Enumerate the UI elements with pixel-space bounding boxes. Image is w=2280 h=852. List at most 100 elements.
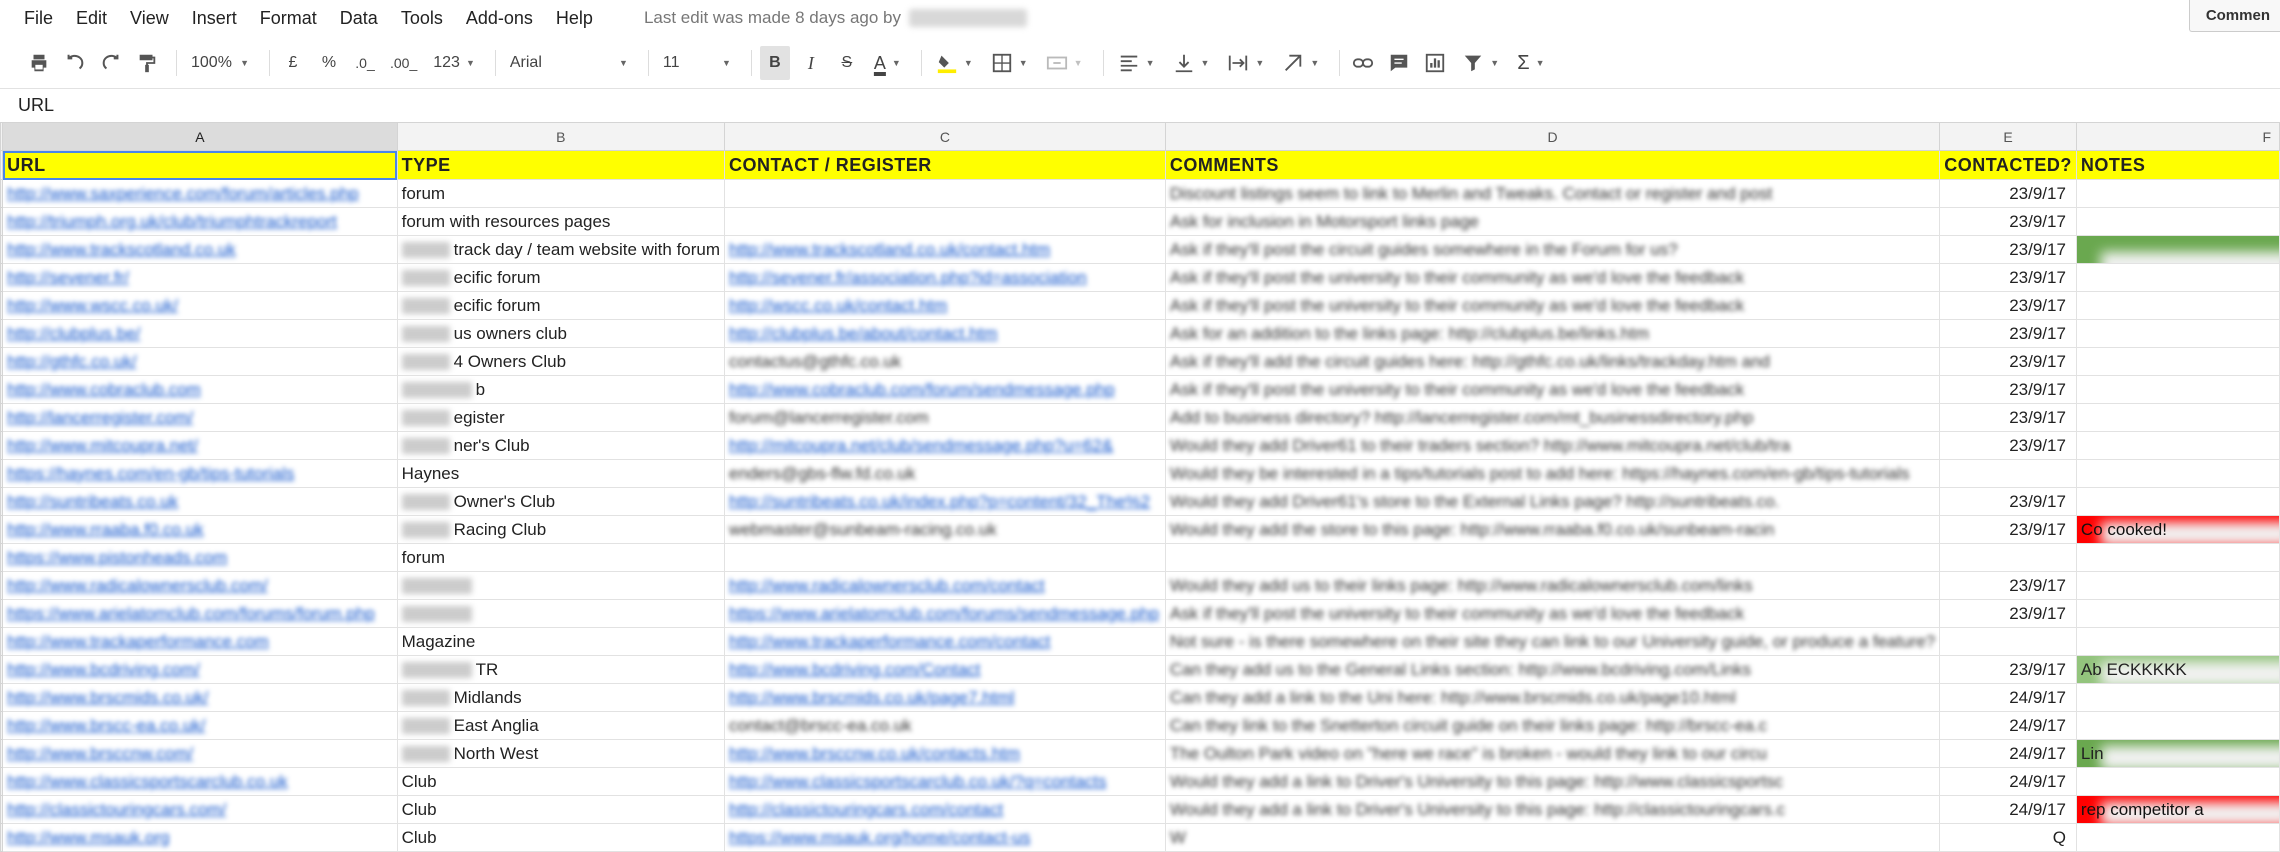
contacted-date-cell[interactable]: 24/9/17 <box>1939 683 2077 712</box>
contact-link[interactable]: http://www.cobraclub.com/forum/sendmessa… <box>729 380 1115 399</box>
notes-cell[interactable] <box>2075 263 2280 292</box>
comments-cell[interactable]: Would they add a link to Driver's Univer… <box>1164 767 1941 796</box>
url-link[interactable]: http://www.msauk.org <box>7 828 170 847</box>
text-wrapping-button[interactable]: ▼ <box>1221 46 1270 80</box>
type-cell[interactable]: Midlands <box>396 683 726 712</box>
paint-format-icon[interactable] <box>132 46 162 80</box>
contacted-date-cell[interactable]: 23/9/17 <box>1939 431 2077 460</box>
comments-cell[interactable]: Can they link to the Snetterton circuit … <box>1164 711 1941 740</box>
horizontal-align-button[interactable]: ▼ <box>1112 46 1161 80</box>
contact-cell[interactable]: http://www.radicalownersclub.com/contact <box>724 571 1166 600</box>
url-cell[interactable]: http://gthfc.co.uk/ <box>2 347 398 376</box>
contact-cell[interactable]: http://www.bcdriving.com/Contact <box>724 655 1166 684</box>
comments-button[interactable]: Commen <box>2188 0 2280 32</box>
type-cell[interactable]: forum <box>396 543 726 572</box>
italic-button[interactable]: I <box>796 46 826 80</box>
comments-cell[interactable] <box>1164 543 1941 572</box>
filter-button[interactable]: ▼ <box>1456 46 1505 80</box>
contact-link[interactable]: http://wscc.co.uk/contact.htm <box>729 296 947 315</box>
url-link[interactable]: http://www.wscc.co.uk/ <box>7 296 178 315</box>
contacted-date-cell[interactable]: Q <box>1939 823 2077 852</box>
url-link[interactable]: http://www.brscmids.co.uk/ <box>7 688 208 707</box>
type-cell[interactable]: ecific forum <box>396 263 726 292</box>
type-cell[interactable]: Club <box>396 767 726 796</box>
contact-cell[interactable]: https://www.msauk.org/home/contact-us <box>724 823 1166 852</box>
contacted-date-cell[interactable]: 23/9/17 <box>1939 263 2077 292</box>
type-cell[interactable] <box>396 571 726 600</box>
url-cell[interactable]: http://www.wscc.co.uk/ <box>2 291 398 320</box>
column-header-f[interactable]: F <box>2075 122 2280 151</box>
url-cell[interactable]: https://www.arielatomclub.com/forums/for… <box>2 599 398 628</box>
notes-cell[interactable]: Co cooked! <box>2075 515 2280 544</box>
contacted-date-cell[interactable]: 23/9/17 <box>1939 207 2077 236</box>
url-cell[interactable]: http://classictouringcars.com/ <box>2 795 398 824</box>
url-cell[interactable]: http://sevener.fr/ <box>2 263 398 292</box>
contact-link[interactable]: http://www.trackscotland.co.uk/contact.h… <box>729 240 1050 259</box>
borders-button[interactable]: ▼ <box>985 46 1034 80</box>
contact-cell[interactable]: http://clubplus.be/about/contact.htm <box>724 319 1166 348</box>
vertical-align-button[interactable]: ▼ <box>1167 46 1216 80</box>
type-cell[interactable]: TR <box>396 655 726 684</box>
url-link[interactable]: http://classictouringcars.com/ <box>7 800 226 819</box>
type-cell[interactable]: Haynes <box>396 459 726 488</box>
comments-cell[interactable]: Would they add us to their links page: h… <box>1164 571 1941 600</box>
contact-link[interactable]: webmaster@sunbeam-racing.co.uk <box>729 520 997 539</box>
column-header-a[interactable]: A <box>2 122 398 151</box>
comments-cell[interactable]: Would they be interested in a tips/tutor… <box>1164 459 1941 488</box>
contacted-date-cell[interactable]: 23/9/17 <box>1939 291 2077 320</box>
type-cell[interactable]: North West <box>396 739 726 768</box>
notes-cell[interactable] <box>2075 767 2280 796</box>
column-header-e[interactable]: E <box>1939 122 2077 151</box>
contacted-date-cell[interactable] <box>1939 627 2077 656</box>
contact-link[interactable]: http://suntribeats.co.uk/index.php?p=con… <box>729 492 1150 511</box>
header-cell-url[interactable]: URL <box>2 150 398 180</box>
notes-cell[interactable] <box>2075 235 2280 264</box>
contact-cell[interactable]: http://suntribeats.co.uk/index.php?p=con… <box>724 487 1166 516</box>
contact-cell[interactable]: contactus@gthfc.co.uk <box>724 347 1166 376</box>
url-link[interactable]: http://www.brsccnw.com/ <box>7 744 193 763</box>
url-link[interactable]: http://gthfc.co.uk/ <box>7 352 136 371</box>
notes-cell[interactable] <box>2075 823 2280 852</box>
contact-cell[interactable]: contact@brscc-ea.co.uk <box>724 711 1166 740</box>
more-formats-button[interactable]: 123 ▼ <box>427 46 481 80</box>
contact-cell[interactable]: enders@gbs-flw.fd.co.uk <box>724 459 1166 488</box>
contacted-date-cell[interactable] <box>1939 543 2077 572</box>
url-link[interactable]: http://www.trackaperformance.com <box>7 632 269 651</box>
contact-cell[interactable] <box>724 543 1166 572</box>
url-cell[interactable]: https://www.pistonheads.com <box>2 543 398 572</box>
type-cell[interactable]: forum with resources pages <box>396 207 726 236</box>
url-cell[interactable]: http://www.trackscotland.co.uk <box>2 235 398 264</box>
contact-cell[interactable]: http://www.classicsportscarclub.co.uk/?q… <box>724 767 1166 796</box>
comments-cell[interactable]: Would they add Driver61's store to the E… <box>1164 487 1941 516</box>
text-rotation-button[interactable]: ▼ <box>1276 46 1325 80</box>
bold-button[interactable]: B <box>759 46 790 80</box>
menu-addons[interactable]: Add-ons <box>466 8 533 29</box>
contacted-date-cell[interactable]: 23/9/17 <box>1939 515 2077 544</box>
notes-cell[interactable] <box>2075 403 2280 432</box>
comments-cell[interactable]: Can they add a link to the Uni here: htt… <box>1164 683 1941 712</box>
type-cell[interactable]: Club <box>396 795 726 824</box>
column-header-c[interactable]: C <box>724 122 1166 151</box>
url-cell[interactable]: http://www.mitcoupra.net/ <box>2 431 398 460</box>
contact-link[interactable]: http://classictouringcars.com/contact <box>729 800 1003 819</box>
menu-view[interactable]: View <box>130 8 169 29</box>
contact-link[interactable]: https://www.msauk.org/home/contact-us <box>729 828 1030 847</box>
contacted-date-cell[interactable]: 24/9/17 <box>1939 795 2077 824</box>
url-link[interactable]: http://www.radicalownersclub.com/ <box>7 576 268 595</box>
notes-cell[interactable] <box>2075 291 2280 320</box>
menu-file[interactable]: File <box>24 8 53 29</box>
contacted-date-cell[interactable]: 23/9/17 <box>1939 599 2077 628</box>
percent-button[interactable]: % <box>314 46 344 80</box>
contacted-date-cell[interactable]: 23/9/17 <box>1939 235 2077 264</box>
url-cell[interactable]: http://clubplus.be/ <box>2 319 398 348</box>
increase-decimals-button[interactable]: .00_ <box>386 46 421 80</box>
url-link[interactable]: http://www.saxperience.com/forum/article… <box>7 184 358 203</box>
url-cell[interactable]: http://www.trackaperformance.com <box>2 627 398 656</box>
url-link[interactable]: http://clubplus.be/ <box>7 324 140 343</box>
column-header-b[interactable]: B <box>396 122 726 151</box>
contact-link[interactable]: http://www.radicalownersclub.com/contact <box>729 576 1045 595</box>
notes-cell[interactable] <box>2075 683 2280 712</box>
strikethrough-button[interactable]: S <box>832 46 862 80</box>
url-link[interactable]: https://www.pistonheads.com <box>7 548 227 567</box>
contacted-date-cell[interactable]: 23/9/17 <box>1939 571 2077 600</box>
